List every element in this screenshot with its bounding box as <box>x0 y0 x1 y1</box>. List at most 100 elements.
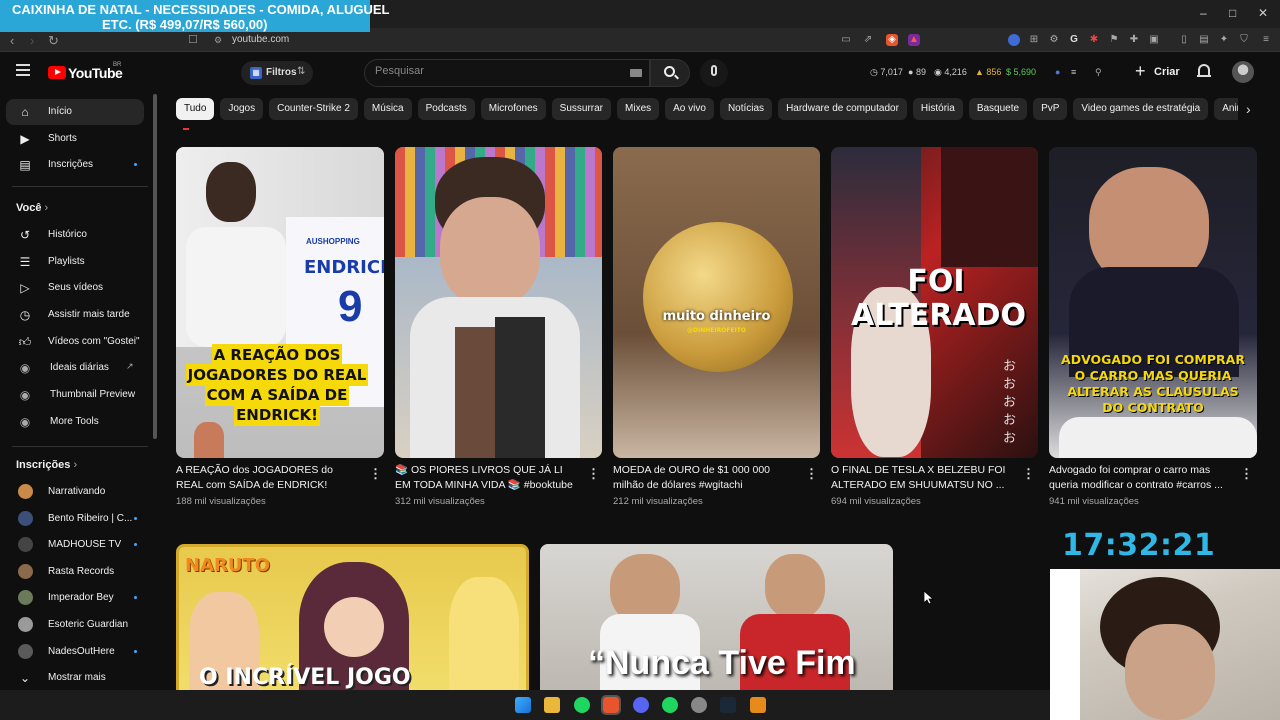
close-window-button[interactable]: ✕ <box>1258 6 1268 20</box>
brave-browser-icon[interactable] <box>601 695 621 715</box>
chip[interactable]: PvP <box>1033 98 1068 120</box>
sidebar-sub-item[interactable]: Rasta Records <box>6 559 144 585</box>
sidebar-toggle-icon[interactable]: ▯ <box>1178 34 1190 46</box>
brave-rewards-icon[interactable]: ▲ <box>908 34 920 46</box>
filter-funnel-icon[interactable]: ⚲ <box>1095 67 1102 78</box>
app-settings-icon[interactable] <box>691 697 707 713</box>
chip[interactable]: Jogos <box>220 98 264 120</box>
account-avatar[interactable] <box>1232 61 1254 83</box>
sidebar-item-watch-later[interactable]: ◷ Assistir mais tarde <box>6 302 144 328</box>
extensions-puzzle-icon[interactable]: ✚ <box>1128 34 1140 46</box>
video-options-icon[interactable]: ⋮ <box>1240 466 1253 482</box>
sidebar-item-history[interactable]: ↺ Histórico <box>6 222 144 248</box>
chip[interactable]: Animê <box>1214 98 1238 120</box>
chips-next-icon[interactable]: › <box>1246 101 1251 117</box>
sidebar-item-thumbnail-preview[interactable]: ◉ Thumbnail Preview <box>6 382 144 408</box>
file-explorer-icon[interactable] <box>544 697 560 713</box>
url-field[interactable]: youtube.com <box>232 34 289 45</box>
search-input[interactable] <box>375 65 615 77</box>
sidebar-item-shorts[interactable]: ▶ Shorts <box>6 126 144 152</box>
extension-5-icon[interactable]: ⚑ <box>1108 34 1120 46</box>
subscriptions-section-heading[interactable]: Inscrições › <box>16 459 77 471</box>
vpn-shield-icon[interactable]: ⛉ <box>1238 34 1250 46</box>
reload-icon[interactable]: ↻ <box>48 33 59 49</box>
extension-2-icon[interactable]: ⊞ <box>1028 34 1040 46</box>
notifications-bell-icon[interactable] <box>1197 64 1211 80</box>
spotify-icon[interactable] <box>574 697 590 713</box>
you-section-heading[interactable]: Você › <box>16 202 48 214</box>
video-options-icon[interactable]: ⋮ <box>1022 466 1035 482</box>
back-icon[interactable]: ‹ <box>10 33 14 48</box>
hamburger-menu-icon[interactable] <box>16 64 30 76</box>
forward-icon[interactable]: › <box>30 33 34 48</box>
extension-circle-icon[interactable]: ● <box>1055 67 1060 77</box>
share-icon[interactable]: ⇗ <box>862 34 874 46</box>
video-title[interactable]: O FINAL DE TESLA X BELZEBU FOI ALTERADO … <box>831 463 1017 493</box>
filters-button[interactable]: ▦ Filtros ⇅ <box>241 61 313 85</box>
chip[interactable]: Counter-Strike 2 <box>269 98 358 120</box>
video-thumbnail[interactable]: muito dinheiro @DINHEIROFEITO <box>613 147 820 458</box>
extension-6-icon[interactable]: ▣ <box>1148 34 1160 46</box>
chip[interactable]: Sussurrar <box>551 98 612 120</box>
chip[interactable]: Basquete <box>968 98 1028 120</box>
sidebar-sub-item[interactable]: MADHOUSE TV <box>6 532 144 558</box>
chip[interactable]: Podcasts <box>417 98 475 120</box>
start-menu-icon[interactable] <box>515 697 531 713</box>
sidebar-scrollbar[interactable] <box>153 94 157 439</box>
video-thumbnail[interactable]: NARUTO O INCRÍVEL JOGO <box>176 544 529 690</box>
sidebar-sub-item[interactable]: NadesOutHere <box>6 639 144 665</box>
maximize-button[interactable]: □ <box>1229 6 1236 20</box>
spotify-2-icon[interactable] <box>662 697 678 713</box>
chip[interactable]: Música <box>363 98 412 120</box>
search-button[interactable] <box>650 59 690 87</box>
browser-menu-icon[interactable]: ≡ <box>1260 34 1272 46</box>
cast-icon[interactable]: ▭ <box>840 34 852 46</box>
sidebar-item-playlists[interactable]: ☰ Playlists <box>6 249 144 275</box>
chip[interactable]: Notícias <box>719 98 773 120</box>
chip[interactable]: Mixes <box>617 98 660 120</box>
leo-ai-icon[interactable]: ✦ <box>1218 34 1230 46</box>
discord-icon[interactable] <box>633 697 649 713</box>
sidebar-item-subscriptions[interactable]: ▤ Inscrições <box>6 152 144 178</box>
app-icon[interactable] <box>750 697 766 713</box>
site-info-icon[interactable]: ⚙ <box>214 35 222 46</box>
chip[interactable]: Tudo <box>176 98 215 120</box>
video-title[interactable]: 📚 OS PIORES LIVROS QUE JÁ LI EM TODA MIN… <box>395 463 581 493</box>
video-options-icon[interactable]: ⋮ <box>587 466 600 482</box>
chip[interactable]: Video games de estratégia <box>1073 98 1209 120</box>
chip[interactable]: História <box>912 98 963 120</box>
extension-3-icon[interactable]: ⚙ <box>1048 34 1060 46</box>
google-extension-icon[interactable]: G <box>1068 34 1080 46</box>
sidebar-item-your-videos[interactable]: ▷ Seus vídeos <box>6 275 144 301</box>
sidebar-item-liked-videos[interactable]: 👍︎ Vídeos com "Gostei" <box>6 329 144 355</box>
keyboard-icon[interactable] <box>630 69 642 77</box>
video-options-icon[interactable]: ⋮ <box>369 466 382 482</box>
sidebar-item-daily-ideas[interactable]: ◉ Ideais diárias ↗ <box>6 355 144 381</box>
video-thumbnail[interactable]: AUSHOPPING ENDRICK 9 A REAÇÃO DOS JOGADO… <box>176 147 384 458</box>
video-title[interactable]: A REAÇÃO dos JOGADORES do REAL com SAÍDA… <box>176 463 362 493</box>
steam-icon[interactable] <box>720 697 736 713</box>
video-thumbnail[interactable] <box>395 147 602 458</box>
youtube-logo-icon[interactable] <box>48 66 66 79</box>
chip[interactable]: Microfones <box>480 98 546 120</box>
video-thumbnail[interactable]: ADVOGADO FOI COMPRAR O CARRO MAS QUERIA … <box>1049 147 1257 458</box>
video-title[interactable]: Advogado foi comprar o carro mas queria … <box>1049 463 1235 493</box>
sidebar-show-more[interactable]: ⌄ Mostrar mais <box>6 665 144 690</box>
video-thumbnail[interactable]: “Nunca Tive Fim <box>540 544 893 690</box>
sidebar-item-home[interactable]: ⌂ Início <box>6 99 144 125</box>
video-options-icon[interactable]: ⋮ <box>805 466 818 482</box>
sidebar-sub-item[interactable]: Imperador Bey <box>6 585 144 611</box>
brave-shield-icon[interactable]: ◈ <box>886 34 898 46</box>
chip[interactable]: Ao vivo <box>665 98 714 120</box>
bookmark-icon[interactable]: ☐ <box>188 33 198 46</box>
voice-search-button[interactable] <box>700 59 728 87</box>
sidebar-item-more-tools[interactable]: ◉ More Tools <box>6 409 144 435</box>
extension-1-icon[interactable] <box>1008 34 1020 46</box>
wallet-icon[interactable]: ▤ <box>1198 34 1210 46</box>
sidebar-sub-item[interactable]: Bento Ribeiro | C... <box>6 506 144 532</box>
chip[interactable]: Hardware de computador <box>778 98 907 120</box>
sidebar-sub-item[interactable]: Esoteric Guardian <box>6 612 144 638</box>
video-thumbnail[interactable]: FOI ALTERADO おおおおお <box>831 147 1038 458</box>
list-icon[interactable]: ≡ <box>1071 67 1076 77</box>
extension-4-icon[interactable]: ✱ <box>1088 34 1100 46</box>
